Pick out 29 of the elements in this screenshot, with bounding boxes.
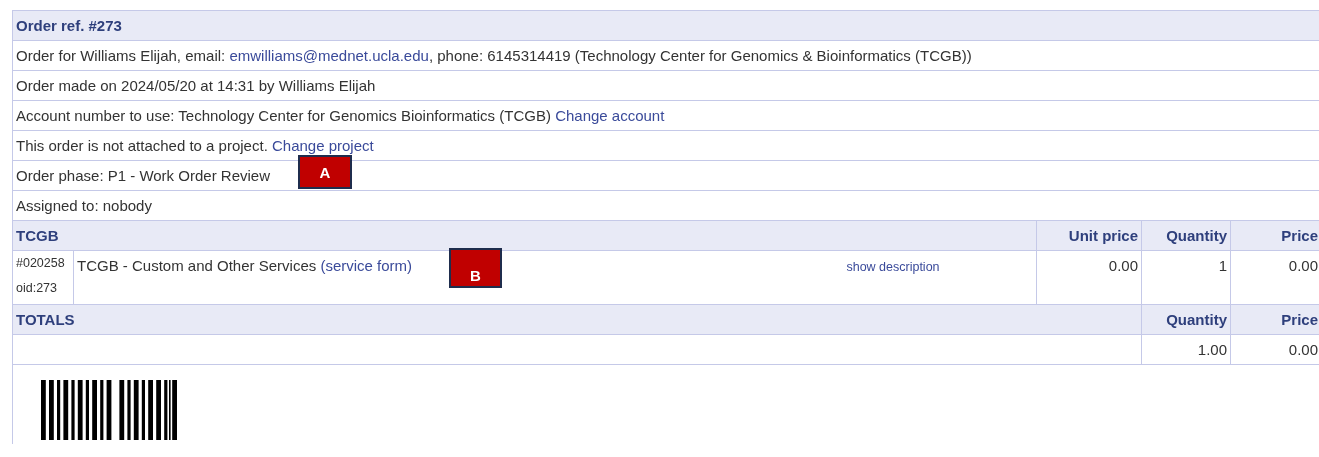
item-oid: oid:273 bbox=[16, 280, 58, 297]
section-header: TOTALS bbox=[12, 304, 1142, 335]
order-header: Order ref. #273 bbox=[12, 10, 1319, 41]
total-price: 0.00 bbox=[1288, 341, 1318, 358]
column-header: Price bbox=[1230, 304, 1319, 335]
order-info-text: Assigned to: nobody bbox=[16, 197, 152, 214]
info-link[interactable]: Change project bbox=[271, 137, 374, 154]
info-link[interactable]: emwilliams@mednet.ucla.edu bbox=[229, 47, 429, 64]
order-info-text: Account number to use: Technology Center for Genomics Bioinformatics (TCGB) Change account bbox=[16, 107, 665, 124]
order-info-text: Order made on 2024/05/20 at 14:31 by Williams Elijah bbox=[16, 77, 376, 94]
order-info-text: Order for Williams Elijah, email: emwilliams@mednet.ucla.edu, phone: 6145314419 (Technology Center for Genomics & Bioinformatics (TCGB)) bbox=[16, 47, 972, 64]
order-info-text: Order phase: P1 - Work Order Review bbox=[16, 167, 270, 184]
callout-marker: B bbox=[449, 248, 502, 288]
price: 0.00 bbox=[1288, 257, 1318, 274]
column-header: Quantity bbox=[1141, 304, 1231, 335]
item-name: TCGB - Custom and Other Services (service form) bbox=[77, 257, 413, 274]
column-header: Unit price bbox=[1036, 220, 1142, 251]
column-header: Quantity bbox=[1141, 220, 1231, 251]
total-quantity: 1.00 bbox=[1197, 341, 1227, 358]
quantity: 1 bbox=[1218, 257, 1227, 274]
callout-marker: A bbox=[298, 155, 352, 189]
item-code: #020258 bbox=[16, 255, 66, 272]
section-header: TCGB bbox=[12, 220, 1037, 251]
column-header: Price bbox=[1230, 220, 1319, 251]
show-description-link[interactable]: show description bbox=[846, 260, 940, 274]
order-info-text: This order is not attached to a project. Change project bbox=[16, 137, 374, 154]
service-form-link[interactable]: (service form) bbox=[320, 257, 413, 274]
unit-price: 0.00 bbox=[1108, 257, 1138, 274]
info-link[interactable]: Change account bbox=[555, 107, 665, 124]
